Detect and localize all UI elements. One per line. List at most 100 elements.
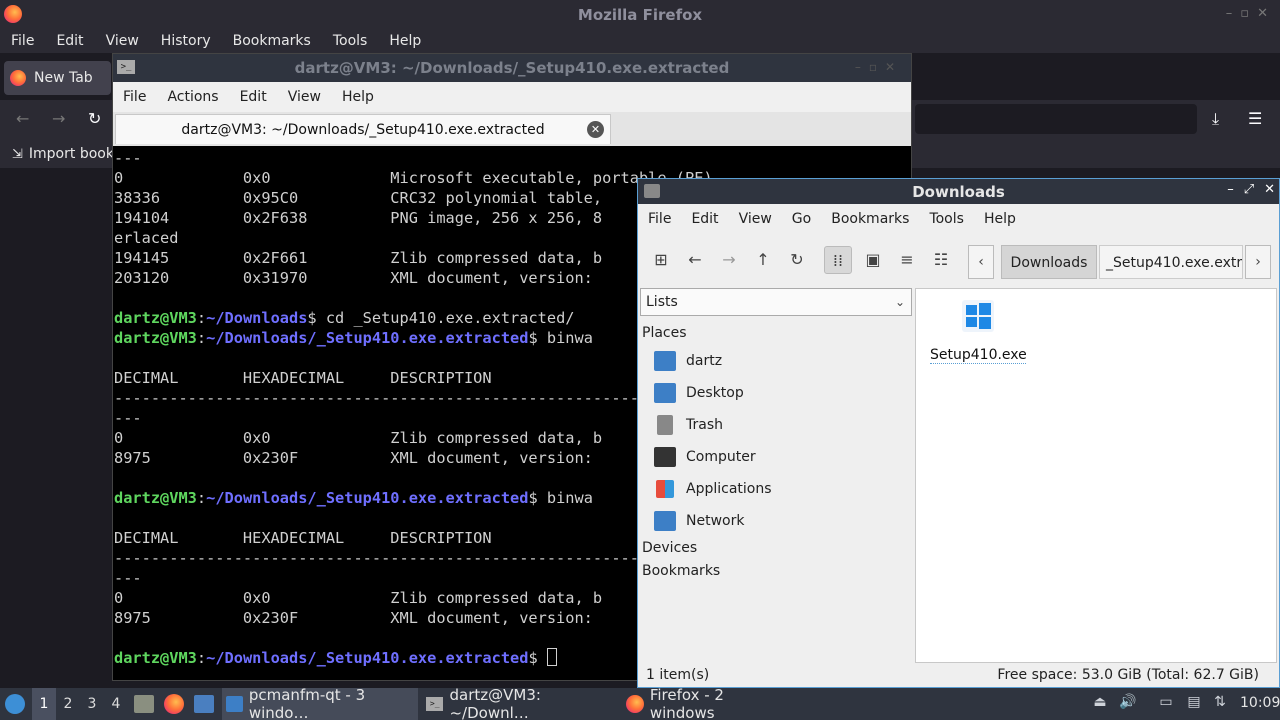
file-manager-titlebar[interactable]: Downloads – ⤢ ✕ (638, 179, 1279, 204)
volume-icon[interactable]: 🔊 (1118, 694, 1138, 714)
task-pcmanfm[interactable]: pcmanfm-qt - 3 windo… (222, 686, 418, 720)
fm-menu-tools[interactable]: Tools (919, 211, 974, 227)
display-icon[interactable]: ▭ (1156, 694, 1176, 714)
reload-icon[interactable]: ↻ (88, 109, 101, 128)
breadcrumb-prev-icon[interactable]: ‹ (968, 245, 994, 279)
firefox-url-bar[interactable] (915, 104, 1197, 134)
thumbnail-view-icon[interactable]: ▣ (859, 246, 887, 274)
maximize-icon[interactable]: ⤢ (1244, 182, 1254, 197)
terminal-menu-edit[interactable]: Edit (230, 89, 278, 105)
breadcrumb-next-icon[interactable]: › (1245, 245, 1271, 279)
firefox-menu-help[interactable]: Help (378, 33, 432, 49)
start-menu-icon[interactable] (5, 694, 25, 714)
workspace-1[interactable]: 1 (32, 688, 56, 720)
fm-menu-file[interactable]: File (638, 211, 681, 227)
sidebar-item-label: Trash (686, 417, 723, 433)
forward-arrow-icon[interactable]: → (715, 246, 743, 274)
command-text: $ binwa (528, 329, 593, 347)
fm-menu-view[interactable]: View (729, 211, 782, 227)
file-item-name: Setup410.exe (930, 347, 1027, 364)
compact-view-icon[interactable]: ≡ (893, 246, 921, 274)
import-bookmarks-link[interactable]: Import book (29, 146, 114, 162)
detailed-list-view-icon[interactable]: ☷ (927, 246, 955, 274)
firefox-window-title: Mozilla Firefox (577, 5, 703, 24)
firefox-window-controls[interactable]: – ▫ ✕ (1226, 6, 1268, 21)
back-arrow-icon[interactable]: ← (681, 246, 709, 274)
fm-menu-help[interactable]: Help (974, 211, 1026, 227)
maximize-icon[interactable]: ▫ (1240, 6, 1249, 21)
eject-icon[interactable]: ⏏ (1090, 694, 1110, 714)
fm-menu-edit[interactable]: Edit (681, 211, 728, 227)
desktop-launcher-icon[interactable] (194, 695, 214, 713)
breadcrumb-downloads[interactable]: Downloads (1001, 245, 1097, 279)
sidebar-item-applications[interactable]: Applications (654, 475, 772, 503)
file-item[interactable]: Setup410.exe (930, 295, 1027, 364)
icon-view-icon[interactable]: ⁞⁞ (824, 246, 852, 274)
sidebar-item-desktop[interactable]: Desktop (654, 379, 744, 407)
windows-exe-icon (962, 300, 994, 332)
sidebar-section-devices[interactable]: Devices (642, 540, 697, 556)
task-terminal[interactable]: >_ dartz@VM3: ~/Downl… (422, 686, 620, 720)
terminal-menu-view[interactable]: View (278, 89, 332, 105)
sidebar-item-network[interactable]: Network (654, 507, 744, 535)
fm-menu-bookmarks[interactable]: Bookmarks (821, 211, 919, 227)
firefox-menu-view[interactable]: View (95, 33, 150, 49)
taskbar: 1 2 3 4 pcmanfm-qt - 3 windo… >_ dartz@V… (0, 686, 1280, 720)
chevron-down-icon: ⌄ (894, 295, 905, 309)
firefox-menu-history[interactable]: History (150, 33, 222, 49)
terminal-titlebar[interactable]: >_ dartz@VM3: ~/Downloads/_Setup410.exe.… (113, 54, 911, 82)
firefox-menubar: File Edit View History Bookmarks Tools H… (0, 29, 1280, 53)
firefox-menu-file[interactable]: File (0, 33, 45, 49)
terminal-tab[interactable]: dartz@VM3: ~/Downloads/_Setup410.exe.ext… (115, 114, 611, 144)
terminal-menu-file[interactable]: File (113, 89, 157, 105)
sidebar-item-computer[interactable]: Computer (654, 443, 756, 471)
prompt-path: ~/Downloads/_Setup410.exe.extracted (206, 489, 529, 507)
hamburger-menu-icon[interactable]: ☰ (1248, 109, 1262, 128)
terminal-menu-help[interactable]: Help (332, 89, 385, 105)
reload-icon[interactable]: ↻ (783, 246, 811, 274)
task-label: dartz@VM3: ~/Downl… (449, 686, 541, 720)
terminal-app-icon: >_ (117, 60, 135, 74)
terminal-menu-actions[interactable]: Actions (157, 89, 229, 105)
network-tray-icon[interactable]: ⇅ (1210, 694, 1230, 714)
sidebar-section-bookmarks[interactable]: Bookmarks (642, 563, 720, 579)
download-icon[interactable]: ⤓ (1212, 109, 1219, 129)
clipboard-icon[interactable]: ▤ (1184, 694, 1204, 714)
minimize-icon[interactable]: – (1226, 6, 1233, 21)
breadcrumb-extracted[interactable]: _Setup410.exe.extr (1099, 245, 1243, 279)
command-text: $ cd _Setup410.exe.extracted/ (307, 309, 575, 327)
workspace-3[interactable]: 3 (80, 688, 104, 720)
close-tab-icon[interactable]: ✕ (587, 121, 604, 138)
minimize-icon[interactable]: – (1227, 182, 1234, 197)
sidebar-item-dartz[interactable]: dartz (654, 347, 722, 375)
prompt-user: dartz@VM3 (114, 329, 197, 347)
sidebar-section-places[interactable]: Places (642, 325, 687, 341)
firefox-menu-bookmarks[interactable]: Bookmarks (222, 33, 322, 49)
close-icon[interactable]: ✕ (1264, 182, 1275, 197)
clock: 10:09 (1240, 695, 1280, 711)
workspace-4[interactable]: 4 (104, 688, 128, 720)
new-tab-icon[interactable]: ⊞ (647, 246, 675, 274)
file-view[interactable]: Setup410.exe (915, 288, 1277, 663)
task-label: pcmanfm-qt - 3 windo… (248, 686, 366, 720)
fm-menu-go[interactable]: Go (782, 211, 821, 227)
task-firefox[interactable]: Firefox - 2 windows (622, 686, 792, 720)
home-folder-icon (654, 351, 676, 371)
firefox-titlebar: Mozilla Firefox (0, 0, 1280, 29)
firefox-tab-new-tab[interactable]: New Tab (4, 61, 111, 95)
firefox-menu-tools[interactable]: Tools (322, 33, 379, 49)
terminal-window-controls[interactable]: –▫✕ (855, 60, 903, 74)
file-manager-launcher-icon[interactable] (134, 695, 154, 713)
sidebar-item-trash[interactable]: Trash (654, 411, 723, 439)
forward-arrow-icon[interactable]: → (52, 109, 65, 128)
workspace-2[interactable]: 2 (56, 688, 80, 720)
close-icon[interactable]: ✕ (1257, 6, 1268, 21)
firefox-menu-edit[interactable]: Edit (45, 33, 94, 49)
prompt-separator: : (196, 649, 207, 667)
sidebar-mode-select[interactable]: Lists ⌄ (640, 288, 912, 316)
firefox-launcher-icon[interactable] (164, 694, 184, 714)
command-text: $ (528, 649, 547, 667)
back-arrow-icon[interactable]: ← (16, 109, 29, 128)
up-arrow-icon[interactable]: ↑ (749, 246, 777, 274)
terminal-window-title: dartz@VM3: ~/Downloads/_Setup410.exe.ext… (294, 59, 730, 77)
